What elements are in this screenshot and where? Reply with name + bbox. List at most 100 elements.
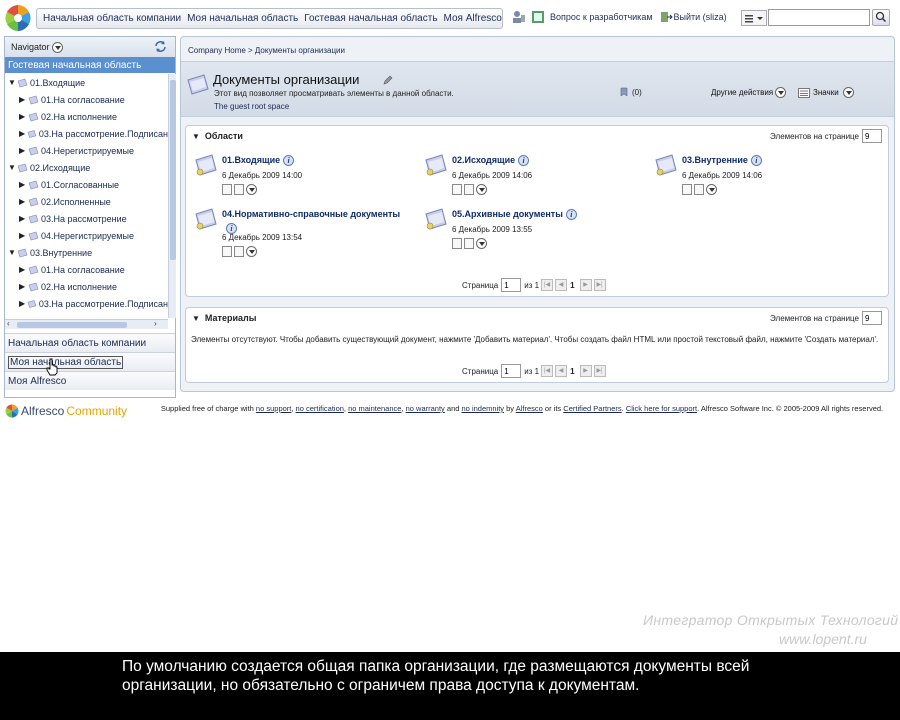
nav-my-alfresco[interactable]: Моя Alfresco	[5, 371, 175, 390]
spaces-page-input[interactable]	[501, 278, 522, 292]
space-folder-icon[interactable]	[654, 154, 678, 178]
collapsed-triangle-icon[interactable]: ▶	[19, 112, 27, 121]
refresh-icon[interactable]	[154, 40, 167, 53]
last-page-button[interactable]: ▶|	[593, 279, 606, 291]
tree-item[interactable]: ▶ 04.Нерегистрируемые	[5, 142, 168, 159]
collapsed-triangle-icon[interactable]: ▶	[19, 180, 27, 189]
tree-item[interactable]: ▼ 01.Входящие	[5, 74, 168, 91]
tree-horizontal-scrollbar[interactable]: ‹ ›	[5, 319, 168, 329]
space-name-link[interactable]: 02.Исходящие i	[452, 155, 530, 167]
more-actions-icon[interactable]	[476, 238, 487, 249]
prev-page-button[interactable]: ◀	[555, 279, 568, 291]
space-folder-icon[interactable]	[194, 208, 218, 232]
no-indemnity-link[interactable]: no indemnity	[462, 404, 505, 413]
support-link[interactable]: Click here for support	[626, 404, 697, 413]
details-icon[interactable]	[682, 184, 692, 195]
rss-notify[interactable]: (0)	[619, 86, 642, 98]
first-page-button[interactable]: |◀	[541, 365, 554, 377]
tree-item[interactable]: ▶ 03.На рассмотрение.Подписан	[5, 295, 168, 312]
search-options-dropdown[interactable]	[741, 10, 767, 26]
more-actions-icon[interactable]	[246, 184, 257, 195]
info-icon[interactable]: i	[565, 209, 577, 221]
search-input[interactable]	[768, 9, 870, 26]
details-icon[interactable]	[452, 238, 462, 249]
nav-guest-home-active[interactable]: Гостевая начальная область	[5, 57, 175, 73]
no-warranty-link[interactable]: no warranty	[406, 404, 445, 413]
content-panel-header[interactable]: ▼ Материалы Элементов на странице	[186, 308, 888, 328]
expanded-triangle-icon[interactable]: ▼	[8, 248, 16, 257]
logout-icon[interactable]	[659, 10, 673, 24]
collapse-triangle-icon[interactable]: ▼	[192, 314, 200, 323]
space-folder-icon[interactable]	[424, 154, 448, 178]
no-certification-link[interactable]: no certification	[296, 404, 344, 413]
space-folder-icon[interactable]	[194, 154, 218, 178]
link-my-home[interactable]: Моя начальная область	[187, 13, 298, 24]
more-actions-icon[interactable]	[476, 184, 487, 195]
info-icon[interactable]: i	[283, 155, 295, 167]
collapsed-triangle-icon[interactable]: ▶	[19, 197, 27, 206]
next-page-button[interactable]: ▶	[579, 365, 592, 377]
next-page-button[interactable]: ▶	[579, 279, 592, 291]
collapsed-triangle-icon[interactable]: ▶	[19, 265, 27, 274]
nav-company-home[interactable]: Начальная область компании	[5, 333, 175, 352]
space-folder-icon[interactable]	[424, 208, 448, 232]
copy-icon[interactable]	[234, 184, 244, 195]
no-support-link[interactable]: no support	[256, 404, 291, 413]
details-icon[interactable]	[452, 184, 462, 195]
link-my-alfresco[interactable]: Моя Alfresco	[444, 13, 502, 24]
tree-item[interactable]: ▶ 02.Исполненные	[5, 193, 168, 210]
collapse-triangle-icon[interactable]: ▼	[192, 132, 200, 141]
alfresco-community-logo[interactable]: Alfresco Community	[5, 404, 127, 418]
no-maintenance-link[interactable]: no maintenance	[348, 404, 401, 413]
link-company-home[interactable]: Начальная область компании	[43, 13, 181, 24]
space-name-link[interactable]: 03.Внутренние i	[682, 155, 762, 167]
spaces-per-page-input[interactable]	[862, 129, 882, 143]
expanded-triangle-icon[interactable]: ▼	[8, 163, 16, 172]
copy-icon[interactable]	[464, 184, 474, 195]
collapsed-triangle-icon[interactable]: ▶	[19, 95, 27, 104]
alfresco-link[interactable]: Alfresco	[516, 404, 543, 413]
dev-question-link[interactable]: Вопрос к разработчикам	[550, 12, 653, 22]
space-name-link[interactable]: 05.Архивные документы i	[452, 209, 577, 221]
link-guest-home[interactable]: Гостевая начальная область	[304, 13, 437, 24]
details-icon[interactable]	[222, 184, 232, 195]
collapsed-triangle-icon[interactable]: ▶	[19, 282, 27, 291]
breadcrumb[interactable]: Company Home > Документы организации	[188, 46, 345, 55]
collapsed-triangle-icon[interactable]: ▶	[19, 146, 27, 155]
nav-my-home[interactable]: Моя начальная область	[5, 352, 175, 371]
collapsed-triangle-icon[interactable]: ▶	[19, 299, 26, 308]
tree-vertical-scrollbar[interactable]	[168, 74, 176, 318]
space-name-link[interactable]: 01.Входящие i	[222, 155, 295, 167]
tree-item[interactable]: ▶ 03.На рассмотрение	[5, 210, 168, 227]
tree-item[interactable]: ▼ 02.Исходящие	[5, 159, 168, 176]
tree-item[interactable]: ▶ 02.На исполнение	[5, 278, 168, 295]
space-name-link[interactable]: 04.Нормативно-справочные документы i	[222, 209, 400, 234]
search-button[interactable]	[872, 9, 890, 26]
first-page-button[interactable]: |◀	[541, 279, 554, 291]
details-icon[interactable]	[222, 246, 232, 257]
admin-console-icon[interactable]	[531, 10, 545, 24]
expanded-triangle-icon[interactable]: ▼	[8, 78, 16, 87]
collapsed-triangle-icon[interactable]: ▶	[19, 129, 26, 138]
tree-item[interactable]: ▼ 03.Внутренние	[5, 244, 168, 261]
alfresco-logo-icon[interactable]	[4, 4, 32, 32]
copy-icon[interactable]	[694, 184, 704, 195]
more-actions-icon[interactable]	[706, 184, 717, 195]
content-page-input[interactable]	[501, 364, 522, 378]
logout-link[interactable]: Выйти (sliza)	[674, 12, 727, 22]
info-icon[interactable]: i	[750, 155, 762, 167]
navigator-dropdown[interactable]	[51, 41, 63, 53]
tree-item[interactable]: ▶ 01.На согласование	[5, 91, 168, 108]
spaces-panel-header[interactable]: ▼ Области Элементов на странице	[186, 126, 888, 146]
info-icon[interactable]: i	[518, 155, 530, 167]
more-actions-icon[interactable]	[246, 246, 257, 257]
certified-partners-link[interactable]: Certified Partners	[563, 404, 621, 413]
edit-space-icon[interactable]	[382, 74, 394, 86]
collapsed-triangle-icon[interactable]: ▶	[19, 231, 27, 240]
tree-item[interactable]: ▶ 01.На согласование	[5, 261, 168, 278]
prev-page-button[interactable]: ◀	[555, 365, 568, 377]
collapsed-triangle-icon[interactable]: ▶	[19, 214, 27, 223]
user-profile-icon[interactable]	[512, 10, 526, 24]
more-actions-menu[interactable]: Другие действия	[711, 87, 787, 98]
tree-item[interactable]: ▶ 03.На рассмотрение.Подписан	[5, 125, 168, 142]
